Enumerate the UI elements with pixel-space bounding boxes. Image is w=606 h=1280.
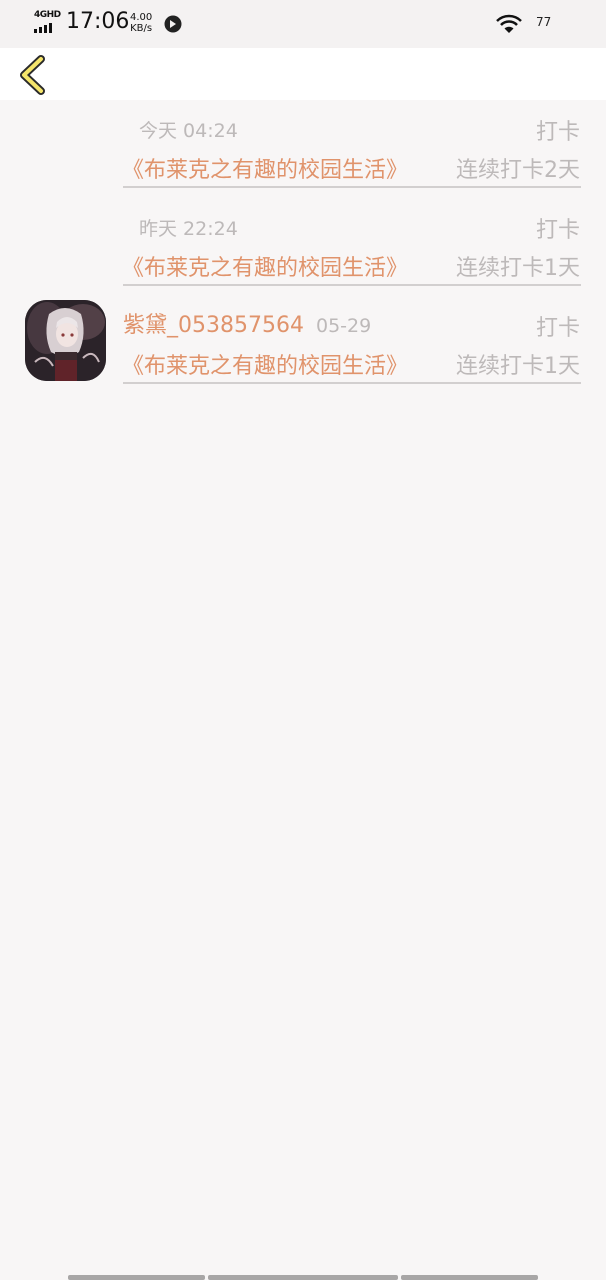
battery-level: 77 <box>536 15 552 29</box>
checkin-action: 打卡 <box>535 120 580 145</box>
avatar[interactable] <box>25 300 106 381</box>
back-button[interactable] <box>14 54 54 96</box>
checkin-time: 昨天 22:24 <box>139 218 238 240</box>
book-title-link[interactable]: 《布莱克之有趣的校园生活》 <box>122 348 408 380</box>
speed-unit: KB/s <box>130 23 153 34</box>
network-type: 4GHD <box>34 10 61 20</box>
wifi-icon <box>496 14 522 38</box>
checkin-streak: 连续打卡2天 <box>456 158 580 183</box>
bottom-tab-hint <box>401 1275 538 1280</box>
checkin-entry[interactable]: 昨天 22:24 打卡 《布莱克之有趣的校园生活》 连续打卡1天 <box>0 198 606 288</box>
divider <box>123 284 581 286</box>
checkin-streak: 连续打卡1天 <box>456 354 580 379</box>
network-speed: 4.00 KB/s <box>130 12 152 34</box>
book-title-link[interactable]: 《布莱克之有趣的校园生活》 <box>122 250 408 282</box>
divider <box>123 382 581 384</box>
checkin-action: 打卡 <box>535 218 580 243</box>
bottom-tab-hint <box>208 1275 398 1280</box>
divider <box>123 186 581 188</box>
speed-value: 4.00 <box>130 12 153 23</box>
checkin-time: 今天 04:24 <box>139 120 238 142</box>
bottom-tab-hint <box>68 1275 205 1280</box>
user-meta: 紫黛_053857564 05-29 <box>123 307 371 339</box>
checkin-entry[interactable]: 今天 04:24 打卡 《布莱克之有趣的校园生活》 连续打卡2天 <box>0 100 606 190</box>
vpn-icon <box>163 14 183 38</box>
navigation-bar <box>0 48 606 100</box>
checkin-time: 05-29 <box>315 315 372 337</box>
chevron-left-icon <box>20 55 45 95</box>
user-name[interactable]: 紫黛_053857564 <box>123 313 304 338</box>
status-bar: 4GHD 17:06 4.00 KB/s 77 <box>0 0 606 48</box>
checkin-action: 打卡 <box>535 316 580 341</box>
book-title-link[interactable]: 《布莱克之有趣的校园生活》 <box>122 152 408 184</box>
checkin-streak: 连续打卡1天 <box>456 256 580 281</box>
signal-bars-icon <box>34 23 52 33</box>
checkin-entry[interactable]: 紫黛_053857564 05-29 打卡 《布莱克之有趣的校园生活》 连续打卡1… <box>0 296 606 386</box>
signal-indicator: 4GHD <box>34 10 61 34</box>
status-time: 17:06 <box>66 9 130 34</box>
